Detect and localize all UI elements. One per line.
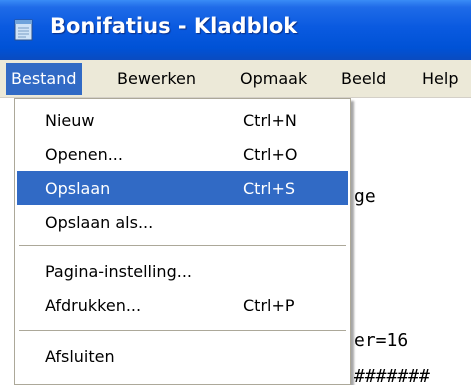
menu-item-nieuw[interactable]: Nieuw Ctrl+N (17, 103, 348, 137)
menu-help[interactable]: Help (417, 63, 463, 95)
menu-item-label: Pagina-instelling... (45, 262, 192, 281)
menu-beeld[interactable]: Beeld (336, 63, 391, 95)
menu-item-label: Opslaan (45, 179, 111, 198)
notepad-icon (14, 19, 33, 41)
file-menu-dropdown: Nieuw Ctrl+N Openen... Ctrl+O Opslaan Ct… (14, 98, 351, 385)
menu-item-opslaan[interactable]: Opslaan Ctrl+S (17, 171, 348, 205)
menu-item-label: Openen... (45, 145, 123, 164)
menu-bar: Bestand Bewerken Opmaak Beeld Help (0, 60, 471, 98)
menu-item-shortcut: Ctrl+P (243, 296, 295, 315)
menu-item-label: Nieuw (45, 111, 95, 130)
menu-item-afsluiten[interactable]: Afsluiten (17, 339, 348, 373)
menu-item-label: Opslaan als... (45, 213, 154, 232)
editor-text-fragment: er=16 (354, 330, 409, 351)
menu-bewerken[interactable]: Bewerken (112, 63, 201, 95)
editor-text-fragment: ge (354, 186, 376, 207)
menu-bestand[interactable]: Bestand (6, 63, 82, 95)
window-title: Bonifatius - Kladblok (50, 14, 298, 38)
menu-item-shortcut: Ctrl+S (243, 179, 296, 198)
menu-item-pagina-instelling[interactable]: Pagina-instelling... (17, 254, 348, 288)
menu-opmaak[interactable]: Opmaak (235, 63, 312, 95)
menu-item-label: Afsluiten (45, 347, 115, 366)
menu-separator (19, 330, 346, 332)
menu-separator (19, 245, 346, 247)
menu-item-label: Afdrukken... (45, 296, 142, 315)
menu-item-opslaan-als[interactable]: Opslaan als... (17, 205, 348, 239)
title-bar[interactable]: Bonifatius - Kladblok (0, 0, 471, 60)
menu-item-shortcut: Ctrl+O (243, 145, 298, 164)
menu-item-openen[interactable]: Openen... Ctrl+O (17, 137, 348, 171)
editor-text-fragment: ####### (354, 366, 430, 385)
menu-item-afdrukken[interactable]: Afdrukken... Ctrl+P (17, 288, 348, 322)
menu-item-shortcut: Ctrl+N (243, 111, 297, 130)
